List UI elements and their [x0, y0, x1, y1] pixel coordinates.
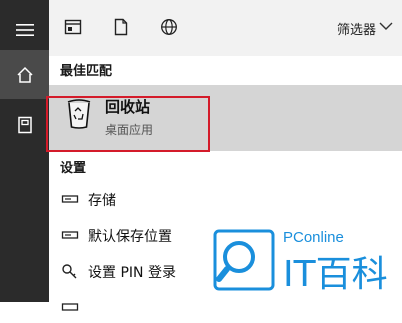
home-icon: [16, 66, 33, 83]
chevron-down-icon[interactable]: [378, 18, 394, 34]
settings-item-label: 默认保存位置: [88, 229, 172, 245]
annotation-highlight-box: [46, 96, 210, 152]
key-icon: [62, 264, 77, 279]
home-button[interactable]: [0, 50, 49, 99]
filter-dropdown-label[interactable]: 筛选器: [337, 19, 376, 38]
documents-button[interactable]: [0, 100, 49, 149]
apps-filter-button[interactable]: [61, 15, 85, 39]
left-rail: [0, 0, 49, 302]
app-window-icon: [64, 19, 82, 35]
watermark-brand-top: PConline: [283, 229, 344, 246]
hamburger-menu-icon: [15, 23, 34, 36]
watermark-brand-main: IT百科: [283, 254, 388, 295]
best-match-heading: 最佳匹配: [60, 64, 113, 79]
pconline-logo-icon: PConline IT百科: [213, 229, 388, 295]
web-filter-button[interactable]: [157, 15, 181, 39]
settings-item-label: 设置 PIN 登录: [88, 265, 176, 281]
settings-item-storage[interactable]: 存储: [49, 183, 402, 215]
file-icon: [114, 18, 128, 36]
hamburger-menu-button[interactable]: [0, 5, 49, 54]
storage-icon: [61, 303, 79, 311]
documents-filter-button[interactable]: [109, 15, 133, 39]
globe-icon: [161, 19, 177, 35]
document-icon: [17, 116, 32, 133]
filter-toolbar: 筛选器: [49, 0, 402, 56]
pconline-watermark-logo: PConline IT百科: [203, 213, 402, 302]
storage-icon: [61, 231, 79, 239]
settings-item-label: 存储: [88, 193, 116, 209]
storage-icon: [61, 195, 79, 203]
settings-heading: 设置: [60, 161, 87, 176]
